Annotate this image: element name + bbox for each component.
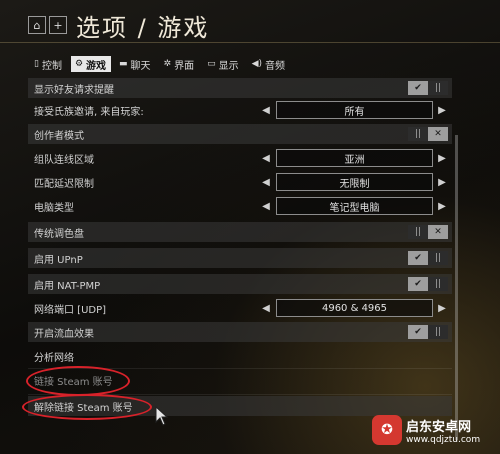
arrow-left-icon[interactable]: ◀ <box>261 102 271 118</box>
tab-bar: ▯ 控制 ⚙ 游戏 ▬ 聊天 ✲ 界面 ▭ 显示 ◀) 音频 <box>30 56 294 72</box>
chat-icon: ▬ <box>119 59 128 69</box>
check-icon: ✔ <box>408 277 428 291</box>
watermark-logo-icon: ✪ <box>372 415 402 445</box>
tab-label: 聊天 <box>130 60 151 72</box>
setting-row-creator-mode: 创作者模式 || ✕ <box>28 124 452 144</box>
header: ⌂ + 选项 / 游戏 <box>28 8 209 42</box>
blood-toggle[interactable]: ✔ || <box>408 325 448 339</box>
arrow-right-icon[interactable]: ▶ <box>437 150 447 166</box>
tab-label: 音频 <box>265 60 286 72</box>
setting-row-upnp: 启用 UPnP ✔ || <box>28 248 452 268</box>
tab-label: 显示 <box>218 60 239 72</box>
page-title: 选项 / 游戏 <box>76 13 210 42</box>
region-select[interactable]: 亚洲 <box>276 149 433 167</box>
watermark-title: 启东安卓网 <box>406 419 472 435</box>
setting-row-pc-type: 电脑类型 ◀ 笔记型电脑 ▶ <box>28 196 452 216</box>
bars-icon: || <box>428 325 448 339</box>
mouse-cursor-icon <box>155 406 169 426</box>
interface-icon: ✲ <box>163 59 172 69</box>
setting-row-clan-invite: 接受氏族邀请, 来自玩家: ◀ 所有 ▶ <box>28 100 452 120</box>
nat-pmp-toggle[interactable]: ✔ || <box>408 277 448 291</box>
arrow-right-icon[interactable]: ▶ <box>437 198 447 214</box>
setting-label: 传统调色盘 <box>34 228 84 240</box>
add-button[interactable]: + <box>49 16 67 34</box>
check-icon: ✔ <box>408 81 428 95</box>
bars-icon: || <box>428 251 448 265</box>
arrow-left-icon[interactable]: ◀ <box>261 174 271 190</box>
watermark: ✪ 启东安卓网 www.qdjztu.com <box>372 415 480 445</box>
tab-label: 界面 <box>174 60 195 72</box>
setting-label: 接受氏族邀请, 来自玩家: <box>34 106 144 118</box>
header-divider <box>0 42 500 43</box>
scrollbar[interactable] <box>455 135 458 440</box>
setting-label: 创作者模式 <box>34 130 84 142</box>
arrow-left-icon[interactable]: ◀ <box>261 300 271 316</box>
tab-interface[interactable]: ✲ 界面 <box>160 56 200 72</box>
setting-label: 启用 NAT-PMP <box>34 280 101 292</box>
cross-icon: ✕ <box>428 127 448 141</box>
setting-label: 组队连线区域 <box>34 154 94 166</box>
tab-label: 控制 <box>41 60 62 72</box>
pc-type-select[interactable]: 笔记型电脑 <box>276 197 433 215</box>
check-icon: ✔ <box>408 325 428 339</box>
arrow-left-icon[interactable]: ◀ <box>261 198 271 214</box>
bars-icon: || <box>428 277 448 291</box>
arrow-right-icon[interactable]: ▶ <box>437 102 447 118</box>
arrow-left-icon[interactable]: ◀ <box>261 150 271 166</box>
tab-label: 游戏 <box>86 60 107 72</box>
setting-label: 启用 UPnP <box>34 254 83 266</box>
creator-mode-toggle[interactable]: || ✕ <box>408 127 448 141</box>
setting-row-friend-request: 显示好友请求提醒 ✔ || <box>28 78 452 98</box>
monitor-icon: ▭ <box>207 59 216 69</box>
latency-select[interactable]: 无限制 <box>276 173 433 191</box>
setting-row-blood: 开启流血效果 ✔ || <box>28 322 452 342</box>
setting-label: 开启流血效果 <box>34 328 94 340</box>
setting-row-palette: 传统调色盘 || ✕ <box>28 222 452 242</box>
setting-label: 显示好友请求提醒 <box>34 84 114 96</box>
analyze-network-label: 分析网络 <box>34 352 74 364</box>
clan-invite-select[interactable]: 所有 <box>276 101 433 119</box>
annotation-ellipse <box>22 394 152 420</box>
bars-icon: || <box>408 225 428 239</box>
analyze-network-button[interactable]: 分析网络 <box>28 346 452 366</box>
arrow-right-icon[interactable]: ▶ <box>437 300 447 316</box>
tab-display[interactable]: ▭ 显示 <box>203 56 244 72</box>
arrow-right-icon[interactable]: ▶ <box>437 174 447 190</box>
tab-game[interactable]: ⚙ 游戏 <box>70 56 112 72</box>
mouse-icon: ▯ <box>34 59 39 69</box>
tab-audio[interactable]: ◀) 音频 <box>248 56 290 72</box>
palette-toggle[interactable]: || ✕ <box>408 225 448 239</box>
udp-port-select[interactable]: 4960 & 4965 <box>276 299 433 317</box>
speaker-icon: ◀) <box>251 59 263 69</box>
check-icon: ✔ <box>408 251 428 265</box>
plus-icon: + <box>53 18 63 32</box>
bars-icon: || <box>408 127 428 141</box>
setting-row-nat-pmp: 启用 NAT-PMP ✔ || <box>28 274 452 294</box>
setting-label: 网络端口 [UDP] <box>34 304 107 316</box>
setting-row-udp-port: 网络端口 [UDP] ◀ 4960 & 4965 ▶ <box>28 298 452 318</box>
home-button[interactable]: ⌂ <box>28 16 46 34</box>
watermark-url: www.qdjztu.com <box>406 434 481 445</box>
setting-label: 匹配延迟限制 <box>34 178 94 190</box>
setting-row-latency: 匹配延迟限制 ◀ 无限制 ▶ <box>28 172 452 192</box>
house-icon: ⌂ <box>33 18 41 32</box>
bars-icon: || <box>428 81 448 95</box>
gear-icon: ⚙ <box>74 59 84 69</box>
friend-request-toggle[interactable]: ✔ || <box>408 81 448 95</box>
cross-icon: ✕ <box>428 225 448 239</box>
upnp-toggle[interactable]: ✔ || <box>408 251 448 265</box>
tab-control[interactable]: ▯ 控制 <box>30 56 67 72</box>
setting-label: 电脑类型 <box>34 202 74 214</box>
setting-row-region: 组队连线区域 ◀ 亚洲 ▶ <box>28 148 452 168</box>
annotation-ellipse <box>26 366 130 396</box>
tab-chat[interactable]: ▬ 聊天 <box>115 56 156 72</box>
